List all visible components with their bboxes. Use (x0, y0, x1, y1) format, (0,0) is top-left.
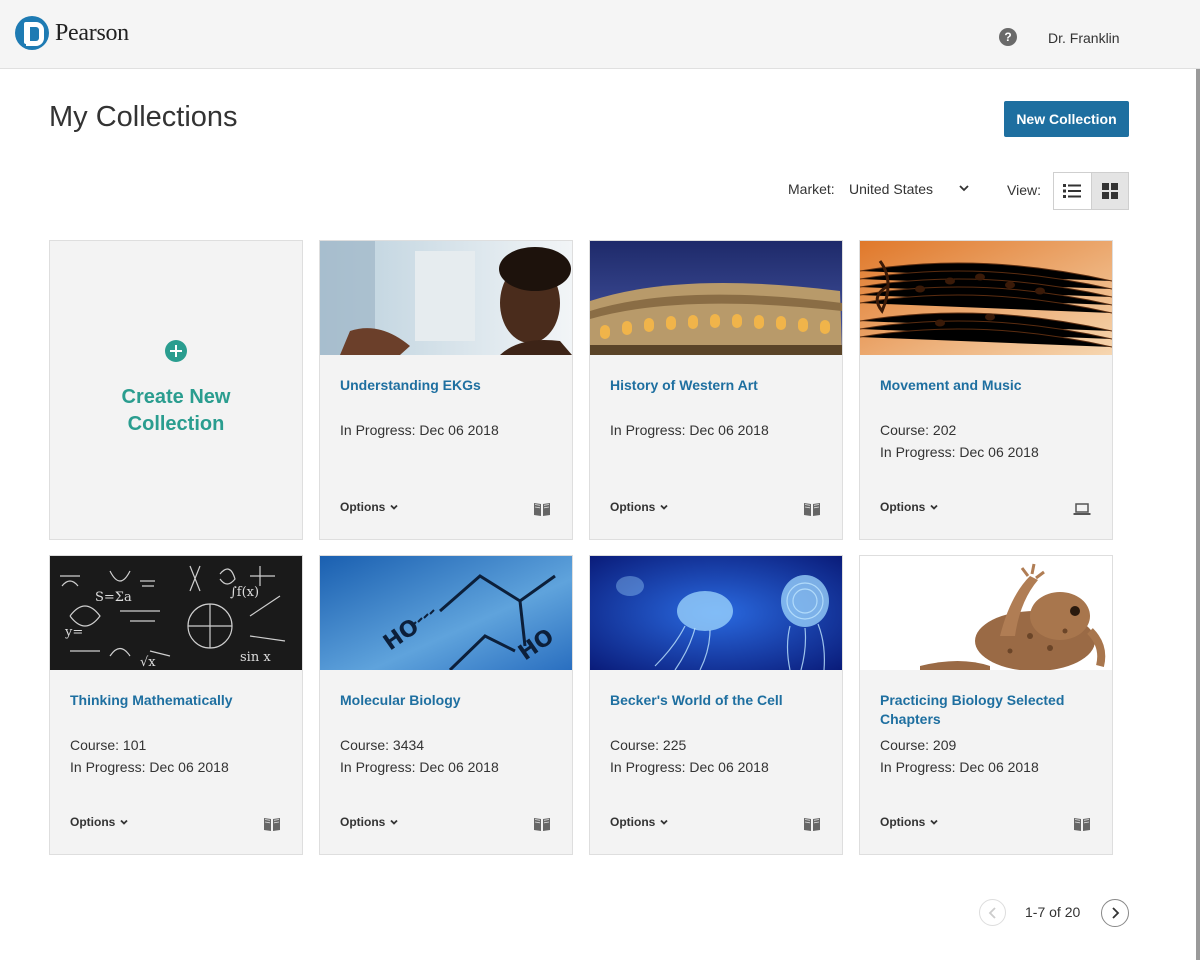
grid-view-button[interactable] (1090, 173, 1128, 209)
collection-course: Course: 101 (70, 737, 147, 753)
book-icon (264, 818, 280, 831)
market-select[interactable]: United States (849, 181, 933, 197)
pearson-logo[interactable]: Pearson (15, 16, 129, 50)
chevron-down-icon (390, 819, 398, 825)
view-toggle (1053, 172, 1129, 210)
collection-card[interactable]: History of Western Art In Progress: Dec … (589, 240, 843, 540)
create-label-line1: Create New (121, 386, 231, 408)
list-view-button[interactable] (1054, 173, 1091, 209)
svg-text:sin x: sin x (240, 650, 271, 665)
collection-card[interactable]: Movement and Music Course: 202 In Progre… (859, 240, 1113, 540)
collection-title[interactable]: Thinking Mathematically (70, 691, 282, 710)
options-dropdown[interactable]: Options (340, 815, 399, 829)
chevron-left-icon (988, 906, 996, 919)
options-dropdown[interactable]: Options (880, 500, 939, 514)
options-dropdown[interactable]: Options (70, 815, 129, 829)
collection-title[interactable]: Movement and Music (880, 376, 1092, 395)
collection-course: Course: 209 (880, 737, 957, 753)
plus-circle-icon (165, 340, 187, 362)
options-dropdown[interactable]: Options (880, 815, 939, 829)
book-icon (1074, 818, 1090, 831)
options-label: Options (340, 500, 386, 514)
collection-title[interactable]: Understanding EKGs (340, 376, 552, 395)
collection-card[interactable]: Understanding EKGs In Progress: Dec 06 2… (319, 240, 573, 540)
create-label-line2: Collection (127, 413, 225, 435)
svg-text:∫f(x): ∫f(x) (230, 585, 259, 600)
collection-card[interactable]: HO HO Molecular Biology Course: 3434 In … (319, 555, 573, 855)
top-bar: Pearson ? Dr. Franklin (0, 0, 1200, 69)
svg-text:S=Σa: S=Σa (95, 590, 132, 605)
collection-image-chalkboard-math: S=Σa ∫f(x) y= sin x √x (50, 556, 302, 670)
chevron-down-icon (660, 504, 668, 510)
book-icon (534, 818, 550, 831)
collection-card[interactable]: Practicing Biology Selected Chapters Cou… (859, 555, 1113, 855)
chevron-down-icon (120, 819, 128, 825)
chevron-right-icon (1112, 907, 1120, 919)
collection-image-colosseum (590, 241, 842, 355)
collection-progress: In Progress: Dec 06 2018 (340, 759, 499, 775)
options-label: Options (880, 815, 926, 829)
pearson-logo-icon (15, 16, 49, 50)
chevron-down-icon (390, 504, 398, 510)
collection-image-jellyfish (590, 556, 842, 670)
list-icon (1063, 184, 1082, 198)
book-icon (804, 503, 820, 516)
chevron-down-icon[interactable] (958, 182, 970, 194)
page-title: My Collections (49, 101, 238, 133)
collection-card[interactable]: Becker's World of the Cell Course: 225 I… (589, 555, 843, 855)
collection-title[interactable]: Practicing Biology Selected Chapters (880, 691, 1092, 729)
collection-progress: In Progress: Dec 06 2018 (70, 759, 229, 775)
user-menu[interactable]: Dr. Franklin (1048, 30, 1120, 46)
collection-course: Course: 3434 (340, 737, 425, 753)
create-collection-label: Create New Collection (70, 384, 282, 438)
view-label: View: (1007, 182, 1041, 198)
book-icon (804, 818, 820, 831)
chevron-down-icon (660, 819, 668, 825)
collection-course: Course: 225 (610, 737, 687, 753)
collection-progress: In Progress: Dec 06 2018 (880, 759, 1039, 775)
collection-course: Course: 202 (880, 422, 957, 438)
collection-progress: In Progress: Dec 06 2018 (340, 422, 499, 438)
options-label: Options (340, 815, 386, 829)
collection-progress: In Progress: Dec 06 2018 (880, 444, 1039, 460)
market-label: Market: (788, 181, 835, 197)
options-label: Options (610, 500, 656, 514)
next-page-button[interactable] (1101, 899, 1129, 927)
options-label: Options (880, 500, 926, 514)
collection-image-frog (860, 556, 1112, 670)
page-scrollbar[interactable] (1196, 69, 1200, 960)
collection-image-doctor-xray (320, 241, 572, 355)
book-icon (534, 503, 550, 516)
options-dropdown[interactable]: Options (610, 500, 669, 514)
new-collection-button[interactable]: New Collection (1004, 101, 1129, 137)
brand-name: Pearson (55, 19, 129, 46)
chevron-down-icon (930, 504, 938, 510)
grid-icon (1101, 183, 1118, 199)
pagination-status: 1-7 of 20 (1025, 904, 1081, 920)
collection-card[interactable]: S=Σa ∫f(x) y= sin x √x Thinking Mathematic… (49, 555, 303, 855)
collection-progress: In Progress: Dec 06 2018 (610, 759, 769, 775)
collection-image-sheet-music (860, 241, 1112, 355)
options-dropdown[interactable]: Options (610, 815, 669, 829)
chevron-down-icon (930, 819, 938, 825)
collection-title[interactable]: Molecular Biology (340, 691, 552, 710)
options-label: Options (610, 815, 656, 829)
svg-text:√x: √x (140, 655, 156, 670)
options-label: Options (70, 815, 116, 829)
svg-text:y=: y= (64, 625, 83, 640)
help-icon[interactable]: ? (999, 28, 1017, 46)
laptop-icon (1073, 503, 1091, 515)
collection-image-molecule: HO HO (320, 556, 572, 670)
options-dropdown[interactable]: Options (340, 500, 399, 514)
previous-page-button[interactable] (979, 899, 1006, 926)
create-collection-card[interactable]: Create New Collection (49, 240, 303, 540)
collection-title[interactable]: History of Western Art (610, 376, 822, 395)
collection-progress: In Progress: Dec 06 2018 (610, 422, 769, 438)
collection-title[interactable]: Becker's World of the Cell (610, 691, 822, 710)
